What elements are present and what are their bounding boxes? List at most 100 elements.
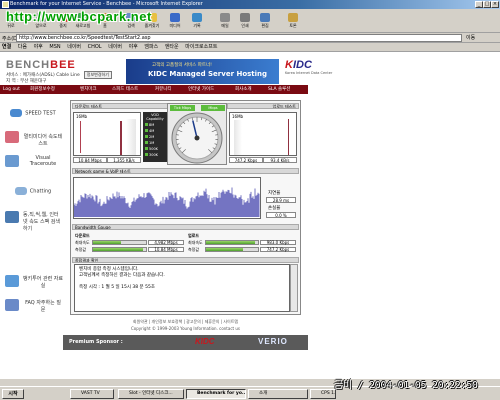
link-item[interactable]: 네이버 <box>67 43 81 51</box>
network-graph <box>73 177 261 219</box>
sidebar-item-multimedia[interactable]: 멀티미디어 속도테스트 <box>23 133 63 147</box>
maximize-button[interactable]: □ <box>483 1 491 8</box>
multimedia-icon <box>5 131 19 143</box>
messenger-icon <box>288 13 298 22</box>
link-item[interactable]: 엠파스 <box>144 43 158 51</box>
nav-item-sla[interactable]: SLA 솔루션 <box>268 86 290 93</box>
kidc-logo-k: K <box>285 59 293 71</box>
taskbar-item[interactable]: CPS 1.1 <box>310 389 336 399</box>
edit-icon <box>260 13 270 22</box>
kidc-sponsor-logo[interactable]: KIDC <box>195 337 215 346</box>
faq-icon <box>5 299 19 311</box>
upload-graph-scale: 16Mb <box>232 114 244 119</box>
loss-value: 0.0 % <box>266 212 296 218</box>
sidebar-label: FAQ 자주하는 질문 <box>25 300 61 313</box>
user-info: 서비스 : 메가패스(ADSL) Cable Line 정보변경하기 지 역 : … <box>6 71 112 85</box>
nav-item-benchmark[interactable]: 벤치마크 <box>80 86 97 93</box>
nav-item-about[interactable]: 회사소개 <box>235 86 252 93</box>
bw-down-measured-value: 10.84 Mbps <box>148 247 184 252</box>
link-item[interactable]: MSN <box>49 43 60 51</box>
window-title: Benchmark for your Internet Service - Be… <box>10 1 203 7</box>
download-graph: 16Mb <box>73 112 141 156</box>
download-header: 다운로드 테스트 <box>72 103 168 109</box>
sidebar-item-chatting[interactable]: Chatting <box>3 187 63 195</box>
sponsor-bar: Premium Sponsor : KIDC VERIO <box>63 335 308 350</box>
bw-upload-label: 업로드 <box>188 233 200 238</box>
bw-bar-fill <box>206 248 244 251</box>
link-item[interactable]: CHOL <box>88 43 102 51</box>
upload-graph-fill <box>234 120 242 155</box>
links-bar: 연결 다음 야후 MSN 네이버 CHOL 네이버 야후 엠파스 엔타운 마이크… <box>0 43 500 52</box>
bw-up-measured-value: 747.2 Kbps <box>260 247 296 252</box>
vod-led-icon <box>145 153 148 156</box>
kidc-logo[interactable]: KIDC Korea Internet Data Center <box>285 59 343 81</box>
minimize-button[interactable]: _ <box>475 1 483 8</box>
sidebar-label: Visual Traceroute <box>29 155 57 167</box>
upload-graph: 16Mb <box>229 112 297 156</box>
download-graph-bar <box>120 121 122 155</box>
watermark: http://www.bcpark.net <box>6 9 152 24</box>
link-item[interactable]: 야후 <box>129 43 138 51</box>
edit-button[interactable]: 편집 <box>256 13 274 28</box>
bw-bar-fill <box>93 241 121 244</box>
result-header: 종합결과 확인 <box>72 257 299 263</box>
go-button[interactable]: 이동 <box>466 34 488 42</box>
print-button[interactable]: 인쇄 <box>236 13 254 28</box>
media-label: 미디어 <box>169 23 181 28</box>
vod-level-label: 300K <box>149 153 158 157</box>
kidc-banner[interactable]: 고객의 고품질의 서비스 파트너! KIDC Managed Server Ho… <box>126 59 279 84</box>
sidebar-item-spec-search[interactable]: 동,직,씩,웹, 인터넷 속도 스팩 검색하기 <box>23 211 63 232</box>
bw-up-max-value: 983.0 Kbps <box>260 240 296 245</box>
vod-level-label: 8M <box>149 123 155 127</box>
bw-bar-fill <box>93 248 144 251</box>
banner-tagline: 고객의 고품질의 서비스 파트너! <box>152 63 212 68</box>
logout-link[interactable]: Log out <box>3 86 20 93</box>
link-item[interactable]: 네이버 <box>108 43 122 51</box>
taskbar-item[interactable]: VAST TV <box>70 389 114 399</box>
sidebar-item-traceroute[interactable]: Visual Traceroute <box>23 155 63 167</box>
main-nav: Log out 회원정보수정 벤치마크 스피드 테스트 커뮤니티 인터넷 가이드… <box>0 85 308 94</box>
media-icon <box>170 13 180 22</box>
benchbee-logo[interactable]: BENCHBEE <box>6 59 76 71</box>
sidebar-label: SPEED TEST <box>25 110 56 117</box>
speedometer-icon <box>10 109 23 117</box>
verio-sponsor-logo[interactable]: VERIO <box>258 337 288 346</box>
history-button[interactable]: 기록 <box>188 13 206 28</box>
vod-label: VOD Capability <box>146 113 164 121</box>
link-item[interactable]: 엔타운 <box>165 43 179 51</box>
nav-item-community[interactable]: 커뮤니티 <box>155 86 172 93</box>
bw-down-max-label: 최대속도 <box>75 240 90 245</box>
nav-item-member[interactable]: 회원정보수정 <box>30 86 55 93</box>
nav-item-speedtest[interactable]: 스피드 테스트 <box>112 86 138 93</box>
change-info-button[interactable]: 정보변경하기 <box>83 71 112 79</box>
close-button[interactable]: × <box>491 1 499 8</box>
messenger-button[interactable]: 토론 <box>284 13 302 28</box>
bw-up-measured-bar <box>205 247 259 252</box>
sidebar-label: Chatting <box>29 188 52 195</box>
mail-button[interactable]: 메일 <box>216 13 234 28</box>
download-graph-scale: 16Mb <box>76 114 88 119</box>
network-header: Network game & VoIP 테스트 <box>72 168 299 174</box>
sidebar-item-archive[interactable]: 뱅키투어 관련 자료실 <box>23 275 63 289</box>
bw-down-measured-label: 측정값 <box>75 247 87 252</box>
result-scrollbar[interactable] <box>290 264 298 312</box>
vod-led-icon <box>145 123 148 126</box>
sidebar-item-speedtest[interactable]: SPEED TEST <box>3 109 63 117</box>
page-footer: 회원약관 | 개인정보 보호정책 | 광고문의 | 제휴문의 | 사이트맵 Co… <box>70 318 301 336</box>
archive-icon <box>5 275 19 287</box>
taskbar-item[interactable]: Slot - 인터넷 디스크... <box>118 389 184 399</box>
address-input[interactable]: http://www.benchbee.co.kr/Speedtest/Test… <box>16 34 462 42</box>
footer-links[interactable]: 회원약관 | 개인정보 보호정책 | 광고문의 | 제휴문의 | 사이트맵 <box>70 318 301 325</box>
taskbar-item-active[interactable]: Benchmark for yo... <box>186 389 246 399</box>
start-button[interactable]: 시작 <box>2 389 24 399</box>
media-button[interactable]: 미디어 <box>166 13 184 28</box>
sidebar-item-faq[interactable]: FAQ 자주하는 질문 <box>23 299 63 313</box>
nav-item-guide[interactable]: 인터넷 가이드 <box>188 86 214 93</box>
link-item[interactable]: 야후 <box>34 43 43 51</box>
links-label: 연결 <box>2 44 12 50</box>
result-textarea[interactable]: 벤치비 종합 측정 시스템입니다. 고객님께서 측정하신 결과는 다음과 같습니… <box>74 264 290 312</box>
link-item[interactable]: 다음 <box>18 43 27 51</box>
address-bar: 주소(D) http://www.benchbee.co.kr/Speedtes… <box>0 33 500 43</box>
taskbar-item[interactable]: 소개 <box>248 389 308 399</box>
link-item[interactable]: 마이크로소프트 <box>185 43 217 51</box>
